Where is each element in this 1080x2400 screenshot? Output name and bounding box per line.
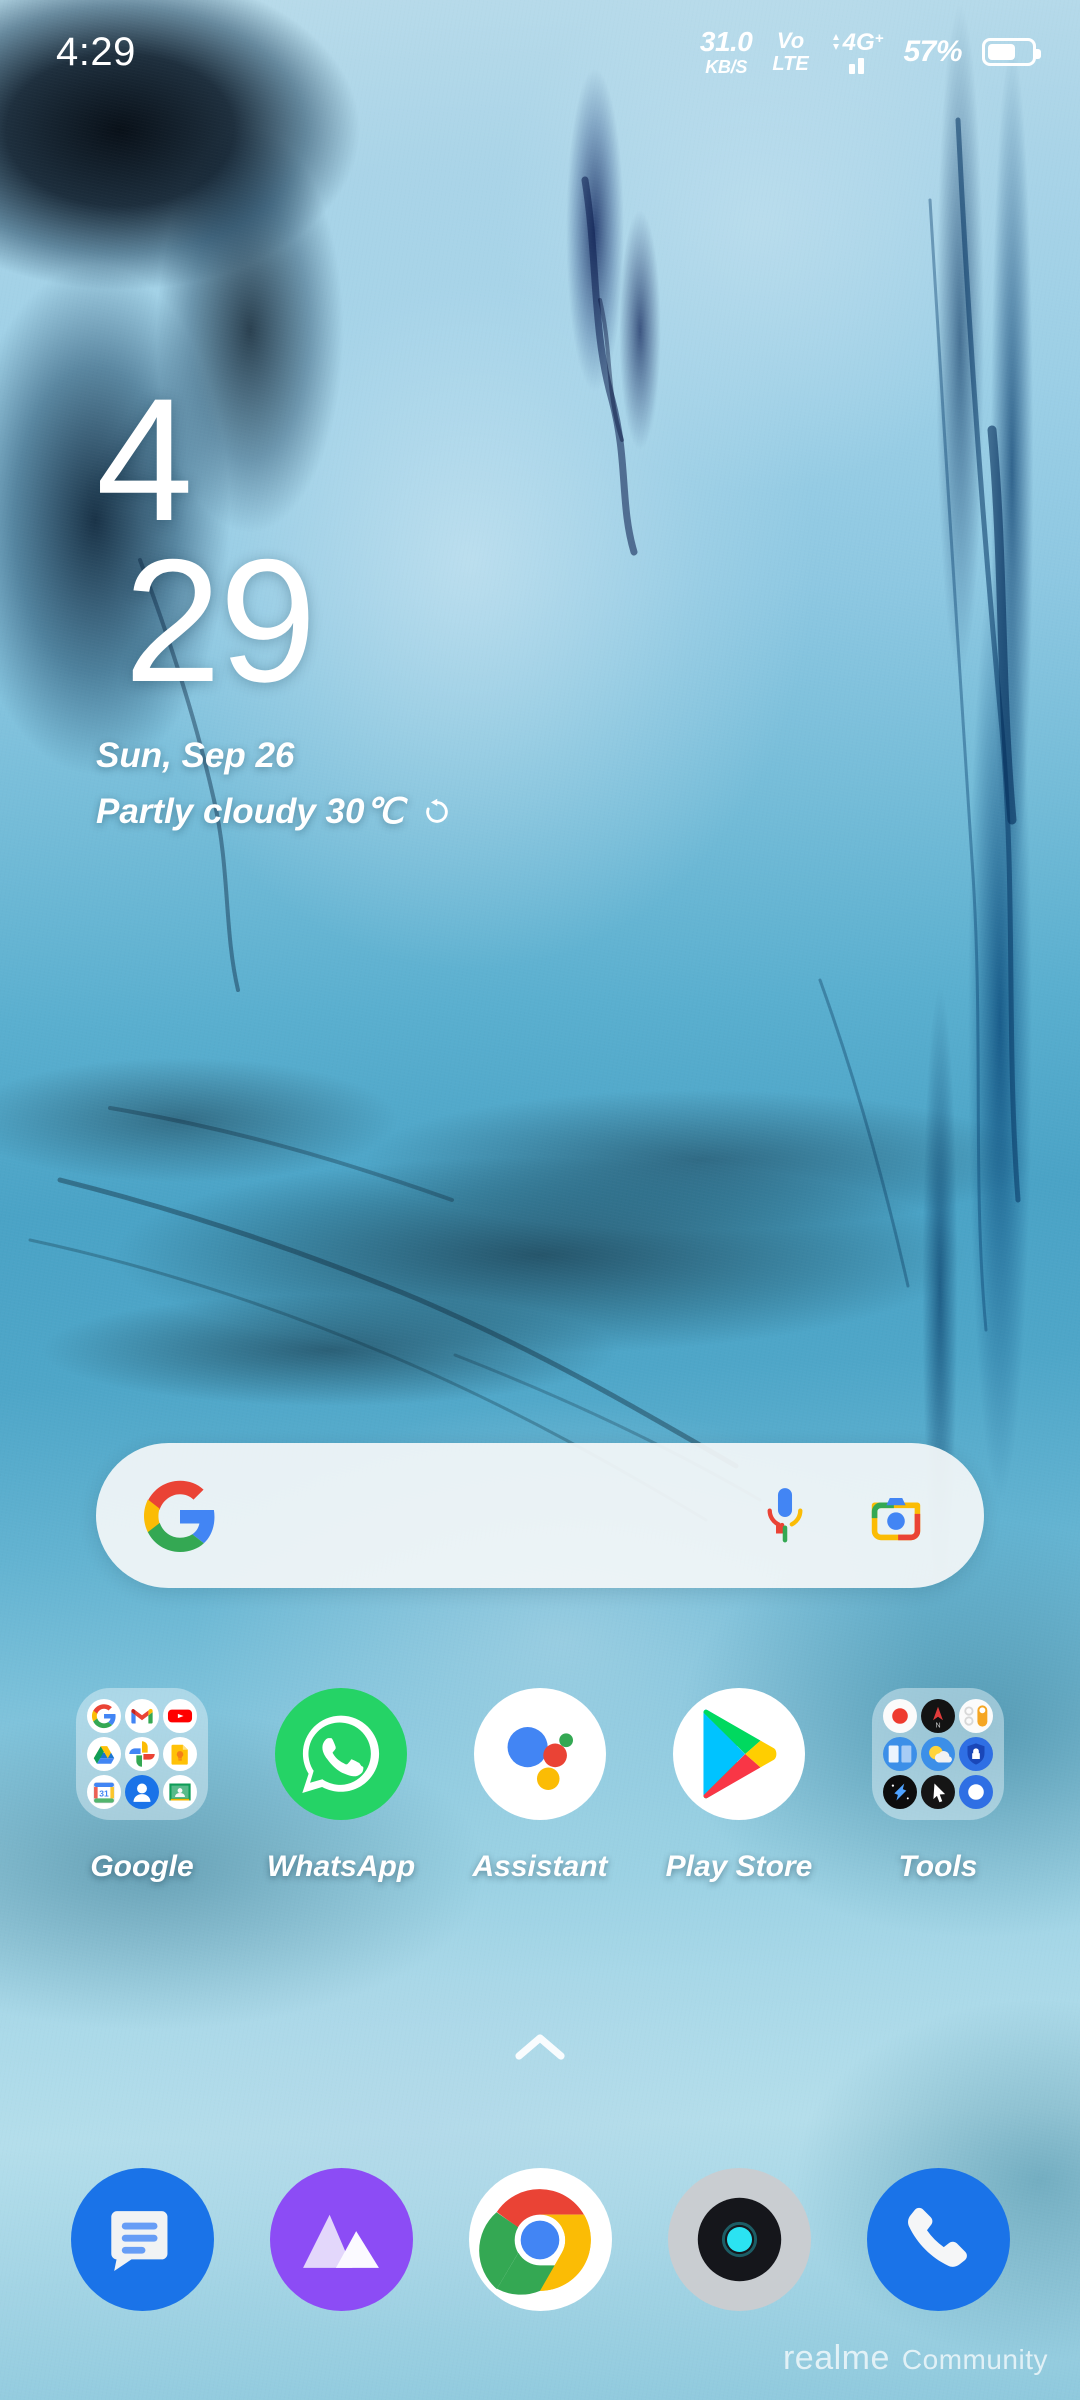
assistant-dots-glyph	[507, 1727, 573, 1791]
app-folder-google[interactable]: 31 Google	[62, 1688, 222, 1884]
app-whatsapp[interactable]: WhatsApp	[261, 1688, 421, 1884]
camera-lens-glyph	[697, 2197, 781, 2282]
google-folder-icon[interactable]: 31	[76, 1688, 208, 1820]
widget-weather-text: Partly cloudy 30℃	[96, 792, 404, 831]
tools-folder-icon[interactable]: N	[872, 1688, 1004, 1820]
google-play-store-icon[interactable]	[673, 1688, 805, 1820]
app-assistant[interactable]: Assistant	[460, 1688, 620, 1884]
status-bar[interactable]: 4:29 31.0 KB/S Vo LTE 4G + 57%	[0, 0, 1080, 104]
search-bar-actions	[760, 1485, 926, 1547]
google-g-icon	[144, 1480, 215, 1552]
app-label: Tools	[898, 1850, 978, 1883]
game-space-icon	[883, 1775, 917, 1809]
google-classroom-icon	[163, 1775, 197, 1809]
home-screen-app-grid: 31 Google WhatsApp Assistant Play Store …	[0, 1688, 1080, 1884]
volte-line-2: LTE	[772, 53, 809, 75]
mobile-network-indicator: 4G +	[829, 28, 884, 74]
widget-clock-minute: 29	[124, 524, 317, 719]
volte-line-1: Vo	[776, 28, 805, 53]
chrome-glyph	[479, 2183, 596, 2296]
widget-clock-hour: 4	[96, 363, 193, 558]
quick-settings-icon	[959, 1699, 993, 1733]
gallery-icon[interactable]	[269, 2168, 413, 2311]
search-input[interactable]	[216, 1443, 760, 1588]
screen-recorder-icon	[883, 1699, 917, 1733]
signal-bars-icon	[848, 57, 864, 74]
app-drawer-indicator[interactable]	[0, 2030, 1080, 2064]
dock	[0, 2168, 1080, 2311]
messages-icon[interactable]	[70, 2168, 214, 2311]
app-label: Assistant	[472, 1850, 608, 1883]
whatsapp-glyph	[302, 1715, 380, 1793]
dock-app-photos[interactable]	[261, 2168, 421, 2311]
weather-icon	[921, 1737, 955, 1771]
google-contacts-icon	[125, 1775, 159, 1809]
dock-app-camera[interactable]	[659, 2168, 819, 2311]
phone-handset-glyph	[908, 2207, 967, 2267]
app-label: WhatsApp	[266, 1850, 416, 1883]
battery-icon	[982, 38, 1041, 66]
app-label: Google	[90, 1850, 194, 1883]
clock-weather-widget[interactable]: 4 29 Sun, Sep 26 Partly cloudy 30℃	[96, 363, 452, 832]
dock-app-phone[interactable]	[858, 2168, 1018, 2311]
status-bar-clock: 4:29	[56, 29, 136, 74]
camera-icon[interactable]	[667, 2168, 811, 2311]
google-g-icon	[87, 1699, 121, 1733]
widget-date: Sun, Sep 26	[96, 736, 295, 775]
battery-percent-label: 57%	[903, 35, 962, 68]
gallery-mountains-glyph	[303, 2214, 379, 2268]
youtube-icon	[163, 1699, 197, 1733]
network-type-label: 4G	[842, 28, 875, 56]
compass-icon: N	[921, 1699, 955, 1733]
chevron-up-icon[interactable]	[512, 2030, 568, 2064]
widget-clock[interactable]: 4 29	[96, 363, 452, 719]
app-folder-tools[interactable]: N Tools	[858, 1688, 1018, 1884]
google-lens-camera-icon[interactable]	[866, 1486, 926, 1546]
dock-app-messages[interactable]	[62, 2168, 222, 2311]
app-label: Play Store	[665, 1850, 813, 1883]
network-type-plus: +	[874, 29, 884, 47]
google-photos-icon	[125, 1737, 159, 1771]
play-store-glyph	[703, 1709, 777, 1799]
google-calendar-icon: 31	[87, 1775, 121, 1809]
split-screen-icon	[883, 1737, 917, 1771]
network-speed-unit: KB/S	[705, 57, 748, 77]
network-speed-indicator: 31.0 KB/S	[699, 26, 753, 77]
messages-glyph	[111, 2210, 168, 2271]
widget-date-weather[interactable]: Sun, Sep 26 Partly cloudy 30℃	[96, 736, 452, 832]
app-play-store[interactable]: Play Store	[659, 1688, 819, 1884]
svg-text:31: 31	[99, 1788, 109, 1798]
gmail-icon	[125, 1699, 159, 1733]
whatsapp-icon[interactable]	[275, 1688, 407, 1820]
network-speed-value: 31.0	[699, 26, 753, 57]
chrome-icon[interactable]	[468, 2168, 612, 2311]
security-shield-icon	[959, 1737, 993, 1771]
phone-manager-icon	[959, 1775, 993, 1809]
dock-app-chrome[interactable]	[460, 2168, 620, 2311]
google-search-bar[interactable]	[96, 1443, 984, 1588]
google-keep-icon	[163, 1737, 197, 1771]
volte-icon: Vo LTE	[772, 28, 809, 75]
google-drive-icon	[87, 1737, 121, 1771]
widget-weather-row: Partly cloudy 30℃	[96, 792, 452, 832]
phone-icon[interactable]	[866, 2168, 1010, 2311]
refresh-icon[interactable]	[422, 797, 452, 827]
svg-text:N: N	[935, 1721, 940, 1729]
cursor-icon	[921, 1775, 955, 1809]
microphone-icon[interactable]	[760, 1485, 810, 1547]
google-assistant-icon[interactable]	[474, 1688, 606, 1820]
data-transfer-arrows-icon	[832, 33, 839, 50]
status-bar-icons: 31.0 KB/S Vo LTE 4G + 57%	[699, 26, 1041, 77]
